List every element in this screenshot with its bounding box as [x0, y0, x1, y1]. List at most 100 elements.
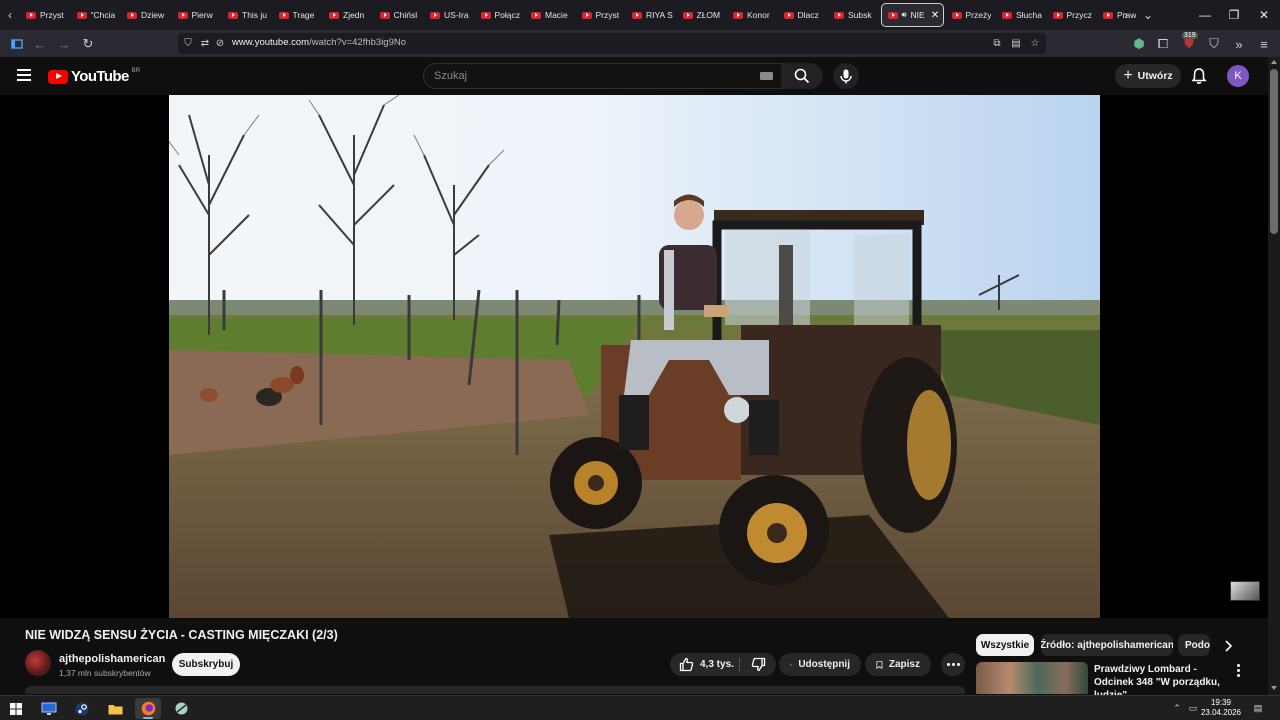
more-actions-button[interactable] — [941, 653, 965, 676]
window-minimize-button[interactable]: — — [1190, 0, 1220, 30]
page-scrollbar[interactable] — [1268, 57, 1280, 695]
network-icon[interactable]: ▭ — [1186, 701, 1200, 715]
voice-search-button[interactable] — [833, 63, 859, 89]
browser-tab[interactable]: Dlacz — [778, 0, 829, 30]
window-restore-button[interactable]: ❐ — [1219, 0, 1249, 30]
browser-tab[interactable]: Pierw — [172, 0, 223, 30]
video-player[interactable] — [0, 95, 1268, 618]
description-box[interactable] — [25, 686, 965, 694]
speaker-icon[interactable]: 🔊︎ — [902, 10, 907, 20]
thumbs-down-icon — [751, 657, 765, 672]
notifications-center-icon[interactable]: ▤ — [1251, 701, 1265, 715]
browser-tab[interactable]: RIYA S — [626, 0, 677, 30]
recommended-more-button[interactable] — [1232, 663, 1244, 677]
browser-tab[interactable]: Chińsl — [374, 0, 425, 30]
video-frame[interactable] — [169, 95, 1100, 618]
search-box[interactable]: Szukaj — [423, 63, 784, 89]
browser-tab[interactable]: "Chcia — [71, 0, 122, 30]
account-avatar[interactable]: K — [1227, 65, 1249, 87]
channel-subscriber-count: 1,37 mln subskrybentów — [59, 668, 151, 678]
scroll-up-icon[interactable] — [1271, 60, 1277, 64]
tracking-protection-icon[interactable]: ⊘ — [213, 36, 227, 50]
browser-tab[interactable]: Trage — [273, 0, 324, 30]
browser-tab-strip: ‹ Przyst "Chcia Dziew Pierw This ju Trage Zjed… — [0, 0, 1280, 30]
browser-tab[interactable]: Przeży — [946, 0, 997, 30]
window-close-button[interactable]: ✕ — [1249, 0, 1279, 30]
browser-tab-label: ZŁOM — [696, 10, 721, 20]
extension-green-icon[interactable]: ⬢ — [1129, 34, 1149, 54]
browser-tab-label: Przycz — [1066, 10, 1093, 20]
channel-avatar[interactable] — [25, 650, 51, 676]
browser-tab-label: Subsk — [848, 10, 872, 20]
url-text[interactable]: www.youtube.com/watch?v=42fhb3ig9No — [232, 37, 406, 48]
youtube-favicon-icon — [329, 11, 339, 19]
taskbar-app-monitor[interactable] — [36, 698, 62, 719]
taskbar-app-pinned[interactable] — [168, 698, 194, 719]
subscribe-button[interactable]: Subskrybuj — [172, 653, 240, 676]
extensions-puzzle-icon[interactable]: ⧠ — [1153, 34, 1173, 54]
taskbar-app-file-explorer[interactable] — [102, 698, 128, 719]
scrollbar-thumb[interactable] — [1270, 69, 1278, 234]
search-button[interactable] — [781, 63, 823, 89]
address-bar[interactable]: ⛉ ⇄ ⊘ www.youtube.com/watch?v=42fhb3ig9N… — [178, 33, 1046, 54]
youtube-logo[interactable]: YouTube BR — [48, 68, 140, 85]
steam-icon — [75, 702, 89, 715]
browser-tab[interactable]: Zjedn — [323, 0, 374, 30]
browser-tab[interactable]: Dziew — [121, 0, 172, 30]
back-icon[interactable]: ← — [30, 34, 50, 54]
search-input[interactable]: Szukaj — [434, 70, 467, 82]
start-button[interactable] — [3, 698, 29, 719]
privacy-shield-icon[interactable]: ⛉ — [1204, 34, 1224, 54]
tab-scroll-left-icon[interactable]: ‹ — [0, 0, 20, 30]
chip-all[interactable]: Wszystkie — [976, 634, 1034, 656]
reload-icon[interactable]: ↻ — [78, 34, 98, 54]
browser-tab[interactable]: Subsk — [828, 0, 879, 30]
taskbar-app-firefox[interactable] — [135, 698, 161, 719]
chips-next-button[interactable] — [1218, 636, 1238, 656]
like-button[interactable]: 4,3 tys. — [670, 653, 738, 676]
tab-scroll-right-icon[interactable]: › — [1116, 0, 1136, 30]
browser-tab-label: Konor — [747, 10, 770, 20]
save-button[interactable]: Zapisz — [865, 653, 931, 676]
sidebar-toggle-icon[interactable] — [7, 34, 27, 54]
browser-tab[interactable]: Słucha — [996, 0, 1047, 30]
chip-related[interactable]: Podo — [1178, 634, 1210, 656]
browser-tab[interactable]: Przyst — [20, 0, 71, 30]
tray-overflow-icon[interactable]: ⌃ — [1170, 701, 1184, 715]
browser-tab[interactable]: Przycz — [1047, 0, 1098, 30]
bookmark-star-icon[interactable]: ☆ — [1028, 36, 1042, 50]
browser-tab[interactable]: US-Ira — [424, 0, 475, 30]
hamburger-menu-icon[interactable] — [14, 66, 34, 86]
notifications-button[interactable] — [1190, 67, 1208, 85]
more-tools-icon[interactable]: » — [1229, 34, 1249, 54]
picture-in-picture-icon[interactable]: ⧉ — [990, 36, 1004, 50]
browser-tab-label: Zjedn — [343, 10, 365, 20]
scroll-down-icon[interactable] — [1271, 686, 1277, 690]
browser-tab-active[interactable]: 🔊︎ NIE ✕ — [880, 3, 944, 27]
browser-tab[interactable]: ZŁOM — [677, 0, 728, 30]
browser-tab[interactable]: Połącz — [475, 0, 526, 30]
keyboard-icon[interactable] — [760, 72, 773, 80]
forward-icon[interactable]: → — [54, 34, 74, 54]
create-button[interactable]: + Utwórz — [1115, 64, 1181, 88]
recommended-video-thumbnail[interactable] — [976, 662, 1088, 694]
miniplayer-preview[interactable] — [1230, 581, 1260, 601]
reader-view-icon[interactable]: ▤ — [1009, 36, 1023, 50]
share-button[interactable]: Udostępnij — [779, 653, 861, 676]
channel-name[interactable]: ajthepolishamerican — [59, 653, 165, 665]
youtube-favicon-icon — [834, 11, 844, 19]
app-menu-icon[interactable]: ≡ — [1254, 34, 1274, 54]
tab-close-icon[interactable]: ✕ — [931, 10, 939, 21]
chip-source-channel[interactable]: Źródło: ajthepolishamerican — [1041, 634, 1173, 656]
permissions-icon[interactable]: ⇄ — [198, 36, 212, 50]
browser-tab[interactable]: Przyst — [576, 0, 627, 30]
browser-tab[interactable]: Macie — [525, 0, 576, 30]
shield-icon[interactable]: ⛉ — [181, 36, 195, 50]
tab-list-dropdown-icon[interactable]: ⌄ — [1138, 0, 1158, 30]
dislike-button[interactable] — [740, 653, 776, 676]
system-clock[interactable]: 19:39 23.04.2026 — [1200, 698, 1242, 718]
firefox-icon — [141, 701, 155, 716]
taskbar-app-steam[interactable] — [69, 698, 95, 719]
browser-tab[interactable]: Konor — [727, 0, 778, 30]
browser-tab[interactable]: This ju — [222, 0, 273, 30]
